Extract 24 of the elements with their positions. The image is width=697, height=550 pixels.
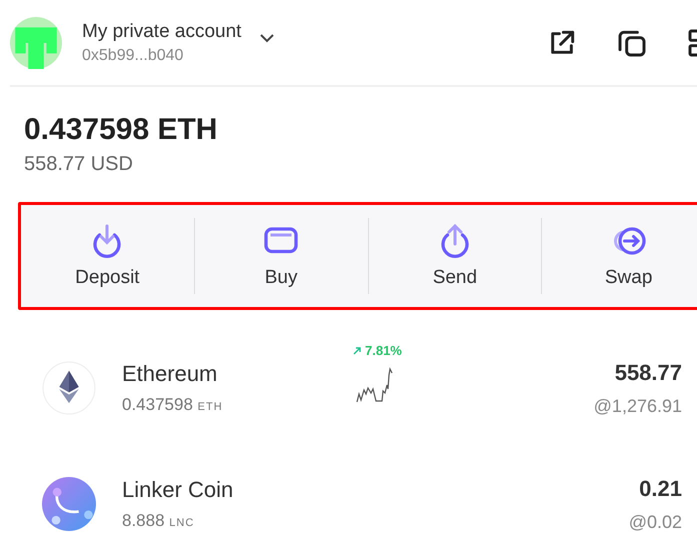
account-name[interactable]: My private account — [82, 20, 242, 42]
ethereum-icon — [42, 361, 96, 415]
token-value: 558.77 — [614, 360, 682, 386]
token-name: Linker Coin — [122, 477, 234, 503]
token-price: @0.02 — [628, 512, 682, 532]
token-name: Ethereum — [122, 361, 218, 387]
token-amount: 0.437598 — [122, 395, 193, 414]
token-symbol: LNC — [169, 517, 194, 529]
coin-logo-icon — [42, 477, 96, 531]
balance-fiat: 558.77 USD — [24, 153, 134, 176]
token-symbol: ETH — [198, 401, 223, 413]
avatar-icon — [10, 16, 62, 68]
token-amount: 8.888 — [122, 511, 165, 530]
buy-button[interactable]: Buy — [194, 217, 368, 295]
account-address: 0x5b99...b040 — [82, 46, 184, 64]
token-price: @1,276.91 — [594, 396, 682, 416]
token-value: 0.21 — [639, 476, 682, 502]
arrow-up-right-icon — [352, 346, 362, 356]
price-change: 7.81% — [365, 343, 402, 358]
chevron-down-icon[interactable] — [259, 32, 276, 42]
deposit-button[interactable]: Deposit — [21, 217, 194, 295]
send-button[interactable]: Send — [368, 217, 542, 295]
swap-button[interactable]: Swap — [542, 217, 697, 295]
balance-amount: 0.437598 ETH — [24, 113, 218, 147]
